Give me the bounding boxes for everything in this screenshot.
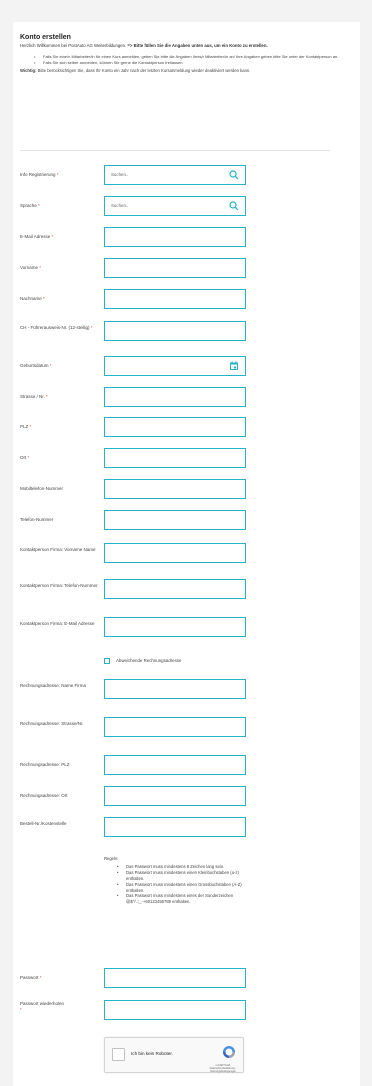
sprache-select[interactable]: Suchen.. [104, 196, 246, 216]
strasse-field[interactable] [104, 387, 246, 407]
abweichende-rechnung-label[interactable]: Abweichende Rechnungsadresse [116, 658, 181, 664]
info-registrierung-placeholder: Suchen.. [111, 172, 129, 177]
ra-plz-label: Rechnungsadresse: PLZ [20, 762, 70, 767]
top-bar [0, 0, 372, 12]
sprache-placeholder: Suchen.. [111, 203, 129, 208]
list-item: Das Passwort muss mindestens einen Gross… [117, 882, 244, 894]
kp-telefon-label: Kontaktperson Firma: Telefon-Nummer [20, 583, 98, 588]
vorname-label: Vorname * [20, 265, 42, 270]
ra-strasse-label: Rechnungsadresse: Strasse/Nr. [20, 721, 84, 726]
recaptcha-icon [223, 1046, 235, 1058]
password-rules-title: Regeln: [104, 856, 119, 861]
fuehrerausweis-label: CH - Führerausweis-Nr. (12-stellig) * [20, 325, 93, 330]
form-header: Konto erstellen Herzlich Willkommen bei … [20, 34, 340, 74]
recaptcha-footer: reCAPTCHA Datenschutzerklärung - Nutzung… [209, 1064, 237, 1073]
mobiltelefon-label: Mobiltelefon-Nummer [20, 486, 64, 491]
geburtsdatum-field[interactable] [104, 356, 246, 376]
ra-name-firma-field[interactable] [104, 679, 246, 699]
passwort-wiederholen-field[interactable] [104, 1000, 246, 1020]
recaptcha-label: Ich bin kein Roboter. [131, 1051, 173, 1056]
divider [20, 150, 330, 151]
email-field[interactable] [104, 227, 246, 247]
password-rules-list: Das Passwort muss mindestens 8 Zeichen l… [104, 864, 244, 905]
plz-label: PLZ * [20, 424, 32, 429]
info-registrierung-select[interactable]: Suchen.. [104, 165, 246, 185]
kp-email-field[interactable] [104, 617, 246, 637]
recaptcha-checkbox[interactable] [112, 1048, 125, 1061]
kp-telefon-field[interactable] [104, 579, 246, 599]
sprache-label: Sprache * [20, 203, 40, 208]
kp-vorname-name-label: Kontaktperson Firma: Vorname Name [20, 547, 96, 552]
search-icon[interactable] [228, 200, 240, 212]
important-hint: Wichtig: Bitte berücksichtigen Sie, dass… [20, 68, 251, 74]
telefon-field[interactable] [104, 510, 246, 530]
bestell-nr-label: Bestell-Nr./Kostenstelle [20, 821, 67, 826]
calendar-icon[interactable] [228, 360, 240, 372]
recaptcha-widget: Ich bin kein Roboter. reCAPTCHA Datensch… [104, 1037, 244, 1073]
ra-ort-field[interactable] [104, 786, 246, 806]
info-registrierung-label: Info Registrierung * [20, 172, 59, 177]
nachname-field[interactable] [104, 289, 246, 309]
passwort-label: Passwort * [20, 975, 42, 980]
plz-field[interactable] [104, 417, 246, 437]
ort-field[interactable] [104, 448, 246, 468]
mobiltelefon-field[interactable] [104, 479, 246, 499]
ort-label: Ort * [20, 455, 30, 460]
intro-text: Herzlich Willkommen bei PostAuto AG Weit… [20, 43, 268, 48]
list-item: Das Passwort muss mindestens eines der S… [117, 893, 244, 905]
kp-email-label: Kontaktperson Firma: E-Mail Adresse [20, 621, 95, 626]
telefon-label: Telefon-Nummer [20, 517, 54, 522]
password-rules: Regeln: Das Passwort muss mindestens 8 Z… [104, 856, 244, 905]
passwort-field[interactable] [104, 968, 246, 988]
search-icon[interactable] [228, 169, 240, 181]
kp-vorname-name-field[interactable] [104, 543, 246, 563]
vorname-field[interactable] [104, 258, 246, 278]
instruction-list: Falls Sie eine/n Mitarbeiter/in für eine… [20, 54, 340, 65]
abweichende-rechnung-checkbox[interactable] [104, 658, 110, 664]
page-title: Konto erstellen [20, 34, 71, 41]
fuehrerausweis-field[interactable] [104, 321, 246, 341]
list-item: Falls Sie sich selber anmelden, können S… [34, 60, 340, 66]
ra-plz-field[interactable] [104, 755, 246, 775]
bestell-nr-field[interactable] [104, 817, 246, 837]
ra-strasse-field[interactable] [104, 717, 246, 737]
geburtsdatum-label: Geburtsdatum * [20, 363, 52, 368]
passwort-wiederholen-label: Passwort wiederholen * [20, 1001, 65, 1012]
list-item: Das Passwort muss mindestens einen Klein… [117, 870, 244, 882]
email-label: E-Mail Adresse * [20, 234, 54, 239]
ra-ort-label: Rechnungsadresse: Ort [20, 793, 68, 798]
ra-name-firma-label: Rechnungsadresse: Name Firma [20, 683, 87, 688]
nachname-label: Nachname * [20, 296, 45, 301]
strasse-label: Strasse / Nr. * [20, 394, 48, 399]
